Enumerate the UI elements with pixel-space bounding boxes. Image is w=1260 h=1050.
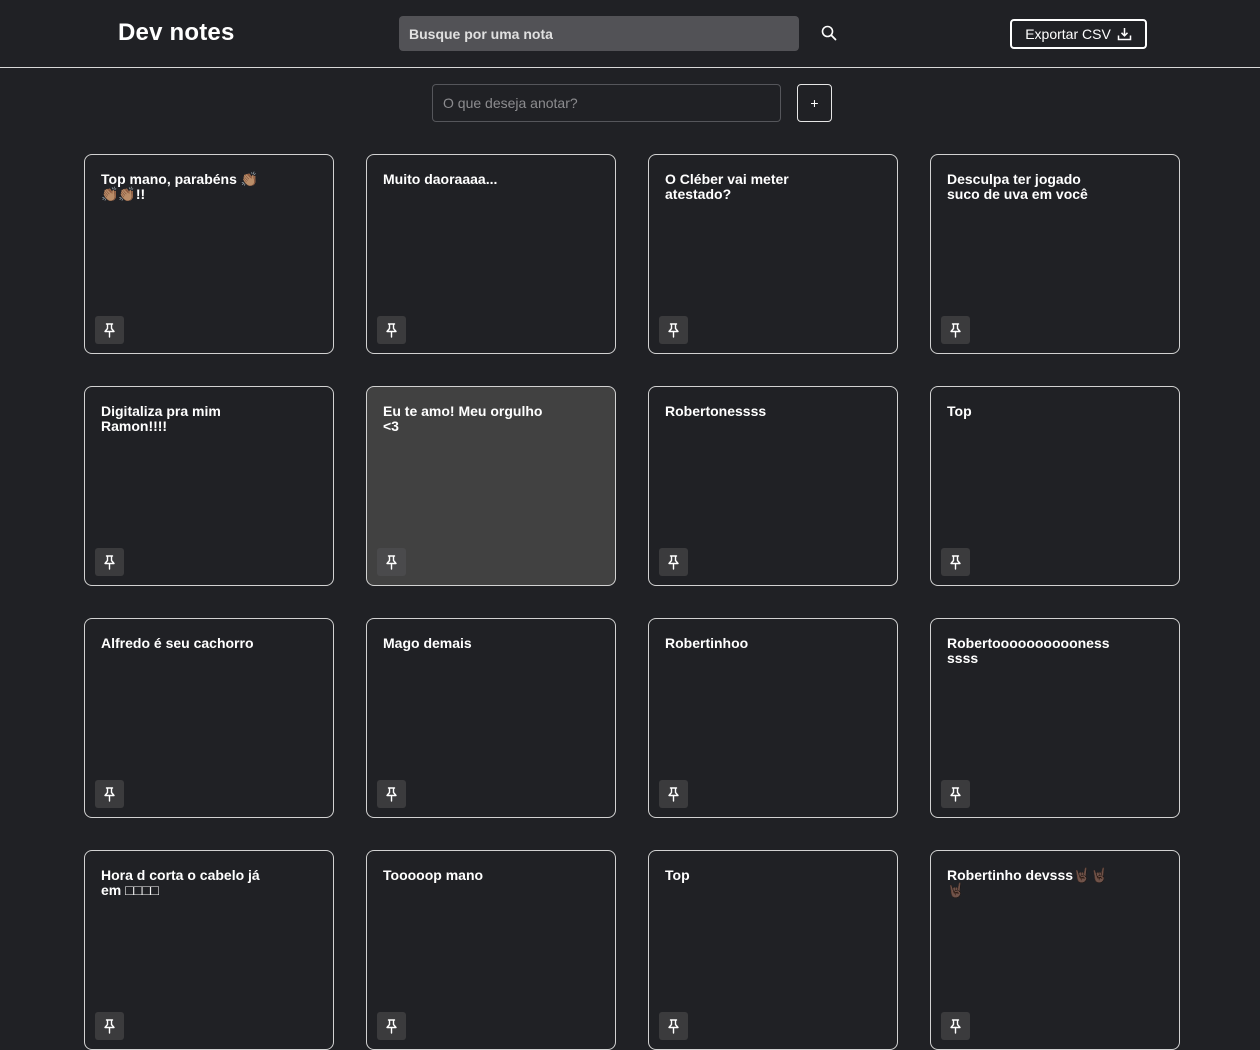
- pin-note-button[interactable]: [377, 780, 406, 808]
- new-note-input[interactable]: [432, 84, 781, 122]
- pin-icon: [386, 1018, 397, 1034]
- pin-note-button[interactable]: [95, 780, 124, 808]
- pin-icon: [386, 786, 397, 802]
- search-button[interactable]: [817, 22, 841, 44]
- pin-note-button[interactable]: [659, 1012, 688, 1040]
- note-text: O Cléber vai meter atestado?: [665, 171, 789, 202]
- note-card[interactable]: Robertinhoo: [648, 618, 898, 818]
- pin-icon: [950, 554, 961, 570]
- note-text: Eu te amo! Meu orgulho <3: [383, 403, 543, 434]
- note-card[interactable]: Muito daoraaaa...: [366, 154, 616, 354]
- pin-icon: [950, 322, 961, 338]
- pin-icon: [104, 1018, 115, 1034]
- note-card[interactable]: Alfredo é seu cachorro: [84, 618, 334, 818]
- export-csv-label: Exportar CSV: [1025, 26, 1111, 42]
- download-icon: [1117, 28, 1132, 41]
- pin-note-button[interactable]: [941, 316, 970, 344]
- export-csv-button[interactable]: Exportar CSV: [1010, 19, 1147, 49]
- pin-icon: [668, 1018, 679, 1034]
- note-text: Robertoooooooooonessssss: [947, 635, 1110, 666]
- note-text: Alfredo é seu cachorro: [101, 635, 254, 651]
- note-card[interactable]: Robertoooooooooonessssss: [930, 618, 1180, 818]
- notes-grid: Top mano, parabéns 👏🏽👏🏽👏🏽!! Muito daoraaa…: [84, 154, 1180, 1050]
- pin-note-button[interactable]: [377, 1012, 406, 1040]
- search-input[interactable]: [399, 16, 799, 51]
- pin-note-button[interactable]: [377, 548, 406, 576]
- note-text: Mago demais: [383, 635, 472, 651]
- note-text: Desculpa ter jogado suco de uva em você: [947, 171, 1088, 202]
- pin-icon: [386, 554, 397, 570]
- note-card[interactable]: Digitaliza pra mim Ramon!!!!: [84, 386, 334, 586]
- note-card[interactable]: Top: [930, 386, 1180, 586]
- app-title: Dev notes: [118, 19, 235, 46]
- search-icon: [821, 25, 837, 41]
- note-text: Hora d corta o cabelo já em □□□□: [101, 867, 260, 898]
- note-text: Robertonessss: [665, 403, 767, 419]
- add-note-button[interactable]: +: [797, 84, 832, 122]
- note-card[interactable]: Top: [648, 850, 898, 1050]
- pin-icon: [668, 322, 679, 338]
- pin-icon: [104, 786, 115, 802]
- note-card[interactable]: Mago demais: [366, 618, 616, 818]
- note-text: Top mano, parabéns 👏🏽👏🏽👏🏽!!: [101, 171, 259, 202]
- note-text: Muito daoraaaa...: [383, 171, 498, 187]
- pin-note-button[interactable]: [941, 548, 970, 576]
- note-text: Tooooop mano: [383, 867, 484, 883]
- pin-icon: [668, 786, 679, 802]
- note-card[interactable]: Desculpa ter jogado suco de uva em você: [930, 154, 1180, 354]
- note-text: Robertinhoo: [665, 635, 749, 651]
- pin-note-button[interactable]: [941, 1012, 970, 1040]
- note-text: Top: [947, 403, 972, 419]
- pin-note-button[interactable]: [659, 548, 688, 576]
- note-card[interactable]: Hora d corta o cabelo já em □□□□: [84, 850, 334, 1050]
- pin-icon: [104, 322, 115, 338]
- pin-note-button[interactable]: [95, 1012, 124, 1040]
- note-card[interactable]: Robertonessss: [648, 386, 898, 586]
- pin-icon: [386, 322, 397, 338]
- pin-note-button[interactable]: [377, 316, 406, 344]
- note-card[interactable]: O Cléber vai meter atestado?: [648, 154, 898, 354]
- note-card[interactable]: Tooooop mano: [366, 850, 616, 1050]
- pin-note-button[interactable]: [95, 316, 124, 344]
- pin-note-button[interactable]: [659, 316, 688, 344]
- pin-note-button[interactable]: [95, 548, 124, 576]
- pin-icon: [668, 554, 679, 570]
- note-card[interactable]: Robertinho devsss🤘🏿🤘🏿🤘🏿: [930, 850, 1180, 1050]
- note-card[interactable]: Eu te amo! Meu orgulho <3: [366, 386, 616, 586]
- pin-icon: [950, 786, 961, 802]
- pin-icon: [104, 554, 115, 570]
- pin-icon: [950, 1018, 961, 1034]
- pin-note-button[interactable]: [659, 780, 688, 808]
- note-text: Digitaliza pra mim Ramon!!!!: [101, 403, 221, 434]
- note-text: Robertinho devsss🤘🏿🤘🏿🤘🏿: [947, 867, 1108, 898]
- pin-note-button[interactable]: [941, 780, 970, 808]
- note-text: Top: [665, 867, 690, 883]
- app-header: Dev notes Exportar CSV: [0, 0, 1260, 68]
- note-card[interactable]: Top mano, parabéns 👏🏽👏🏽👏🏽!!: [84, 154, 334, 354]
